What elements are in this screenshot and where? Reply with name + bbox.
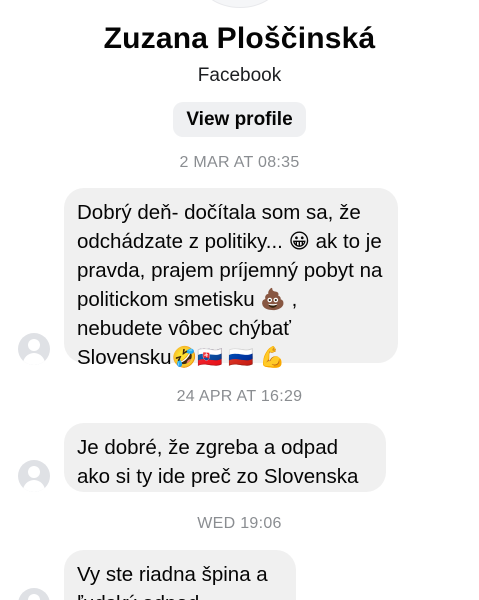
avatar-head-shape xyxy=(28,339,40,351)
message-bubble[interactable]: Dobrý deň- dočítala som sa, že odchádzat… xyxy=(64,188,398,369)
profile-avatar[interactable] xyxy=(199,0,281,8)
message-timestamp: 2 MAR AT 08:35 xyxy=(179,154,300,171)
sender-avatar[interactable] xyxy=(18,333,50,365)
message-timestamp: WED 19:06 xyxy=(197,515,282,532)
view-profile-button[interactable]: View profile xyxy=(173,102,306,137)
message-bubble[interactable]: Vy ste riadna špina a ľudský odpad xyxy=(64,550,296,600)
profile-name: Zuzana Ploščinská xyxy=(103,22,376,55)
sender-avatar[interactable] xyxy=(18,588,50,600)
avatar-torso-shape xyxy=(23,353,45,365)
avatar-head-shape xyxy=(28,466,40,478)
avatar-head-shape xyxy=(28,594,40,600)
profile-source: Facebook xyxy=(197,65,282,86)
message-timestamp: 24 APR AT 16:29 xyxy=(176,388,303,405)
message-bubble[interactable]: Je dobré, že zgreba a odpad ako si ty id… xyxy=(64,423,386,492)
avatar-torso-shape xyxy=(23,480,45,492)
sender-avatar[interactable] xyxy=(18,460,50,492)
